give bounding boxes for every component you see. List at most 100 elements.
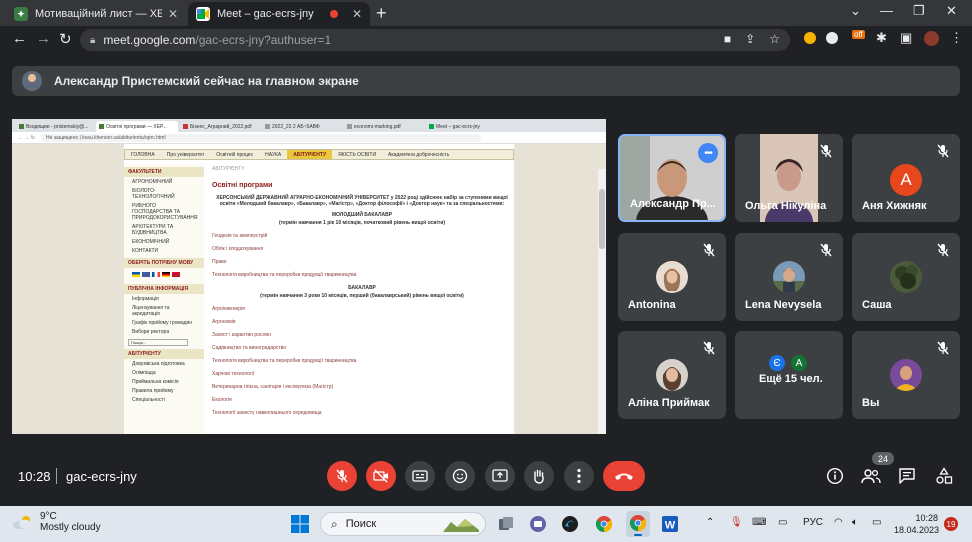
mic-off-icon [336,469,348,483]
task-view-icon[interactable] [496,514,516,534]
taskbar-search[interactable]: ⌕ Поиск [320,512,486,536]
shared-web-page: ГОЛОВНА Про університет Освітній процес … [12,144,606,434]
shared-screen: Входящие - pristemskiy@... Освітні прогр… [12,119,606,434]
weather-widget[interactable]: 9°C Mostly cloudy [12,511,101,533]
activities-button[interactable] [933,465,955,487]
more-vert-icon [577,468,581,484]
browser-tab-meet[interactable]: Meet – gac-ecrs-jny ✕ [188,2,370,26]
windows-start-icon[interactable] [290,514,310,534]
browser-tab-motivation[interactable]: ✦ Мотиваційний лист — ХЕРСОНСЬ ✕ [6,2,186,26]
meeting-code: gac-ecrs-jny [66,469,137,484]
extension-yellow-icon[interactable] [804,32,816,44]
people-icon [861,469,881,484]
overflow-avatar-letter: Є [767,353,787,373]
volume-icon[interactable]: 🔈︎ [852,517,858,528]
minimize-button[interactable]: — [880,3,893,18]
shared-tab: Освітні програми — ХЕР... [96,121,178,132]
meet-favicon-icon [196,7,210,21]
emoji-icon [452,468,468,484]
close-window-button[interactable]: ✕ [946,3,957,19]
toggle-camera-button[interactable] [366,461,396,491]
language-flags [124,268,204,281]
word-icon[interactable]: W [660,514,680,534]
windows-taskbar: 9°C Mostly cloudy ⌕ Поиск W ⌃ 🎙︎ ⌨ ▭ РУС… [0,506,972,542]
bookmark-star-icon[interactable]: ☆ [769,32,780,46]
search-icon: ⌕ [331,516,338,531]
activities-shapes-icon [936,467,953,484]
address-bar[interactable]: 🔒︎ meet.google.com/gac-ecrs-jny?authuser… [80,29,790,51]
battery-icon[interactable]: ▭ [872,517,881,528]
restore-button[interactable]: ❐ [913,3,925,19]
more-options-icon[interactable]: ••• [698,143,718,163]
reactions-button[interactable] [445,461,475,491]
participant-tile-overflow[interactable]: Є А Ещё 15 чел. [735,331,843,419]
chat-button[interactable] [896,465,918,487]
new-tab-button[interactable]: + [376,3,387,24]
participant-tile[interactable]: Lena Nevysela [735,233,843,321]
mic-off-icon [703,341,715,355]
side-panel-icon[interactable]: ▣ [900,30,912,46]
site-nav: ГОЛОВНА Про університет Освітній процес … [124,149,514,160]
shared-tab: economi-marking.pdf [344,121,424,132]
system-clock[interactable]: 10:28 18.04.2023 [894,512,939,536]
mic-off-icon [703,243,715,257]
extension-off-badge[interactable]: off [852,30,865,39]
participant-tile-self[interactable]: Вы [852,331,960,419]
teams-chat-icon[interactable] [528,514,548,534]
mic-off-icon [937,144,949,158]
more-options-button[interactable] [564,461,594,491]
chat-icon [899,468,915,484]
mic-off-icon [820,243,832,257]
participant-tile[interactable]: ••• Александр Пр... [618,134,726,222]
toggle-mic-button[interactable] [327,461,357,491]
microphone-in-use-icon[interactable]: 🎙︎ [730,517,743,528]
participant-tile[interactable]: Antonina [618,233,726,321]
monitor-icon[interactable]: ▭ [778,517,787,528]
chrome-menu-icon[interactable]: ⋮ [950,30,963,46]
back-arrow-icon[interactable]: ← [12,30,27,47]
info-icon [826,467,844,485]
participant-avatar-letter: А [890,164,922,196]
presenter-avatar [22,71,42,91]
participants-button[interactable] [860,465,882,487]
lock-icon[interactable]: 🔒︎ [90,35,95,46]
wifi-icon[interactable]: ◠ [834,517,843,528]
shared-tab: Входящие - pristemskiy@... [16,121,94,132]
mic-off-icon [820,144,832,158]
mic-off-icon [937,341,949,355]
raise-hand-button[interactable] [524,461,554,491]
participant-tile[interactable]: Ольга Нікуліна [735,134,843,222]
share-page-icon[interactable]: ⇪ [745,32,755,46]
notification-badge[interactable]: 19 [944,517,958,531]
mic-off-icon [937,243,949,257]
recording-indicator-icon [329,10,338,18]
participant-avatar [890,359,922,391]
participant-tile[interactable]: А Аня Хижняк [852,134,960,222]
shared-address-bar: ← → ↻ Не защищено | ksau.kherson.ua/abit… [12,132,606,144]
participant-avatar [656,359,688,391]
participant-tile[interactable]: Саша [852,233,960,321]
extension-white-icon[interactable] [826,32,838,44]
participant-tile[interactable]: Аліна Приймак [618,331,726,419]
leave-call-button[interactable] [603,461,645,491]
meeting-details-button[interactable] [824,465,846,487]
profile-avatar[interactable] [924,31,939,46]
present-screen-icon [492,469,508,482]
tab-search-chevron-icon[interactable]: ⌄ [850,3,861,19]
tray-expand-chevron-icon[interactable]: ⌃ [706,517,714,528]
input-language[interactable]: РУС [803,517,823,528]
reload-icon[interactable]: ↻ [59,30,72,48]
chrome-icon[interactable] [594,514,614,534]
close-tab-icon[interactable]: ✕ [352,7,362,21]
raise-hand-icon [534,469,544,484]
close-tab-icon[interactable]: ✕ [168,7,178,21]
keyboard-icon[interactable]: ⌨ [752,517,766,528]
present-screen-button[interactable] [485,461,515,491]
edge-like-icon[interactable] [560,514,580,534]
forward-arrow-icon[interactable]: → [36,30,51,47]
captions-button[interactable] [405,461,435,491]
shared-scrollbar [598,169,606,434]
extensions-puzzle-icon[interactable]: ✱ [876,30,887,46]
chrome-active-icon[interactable] [626,511,650,537]
camera-in-use-icon[interactable]: ■ [724,32,731,46]
